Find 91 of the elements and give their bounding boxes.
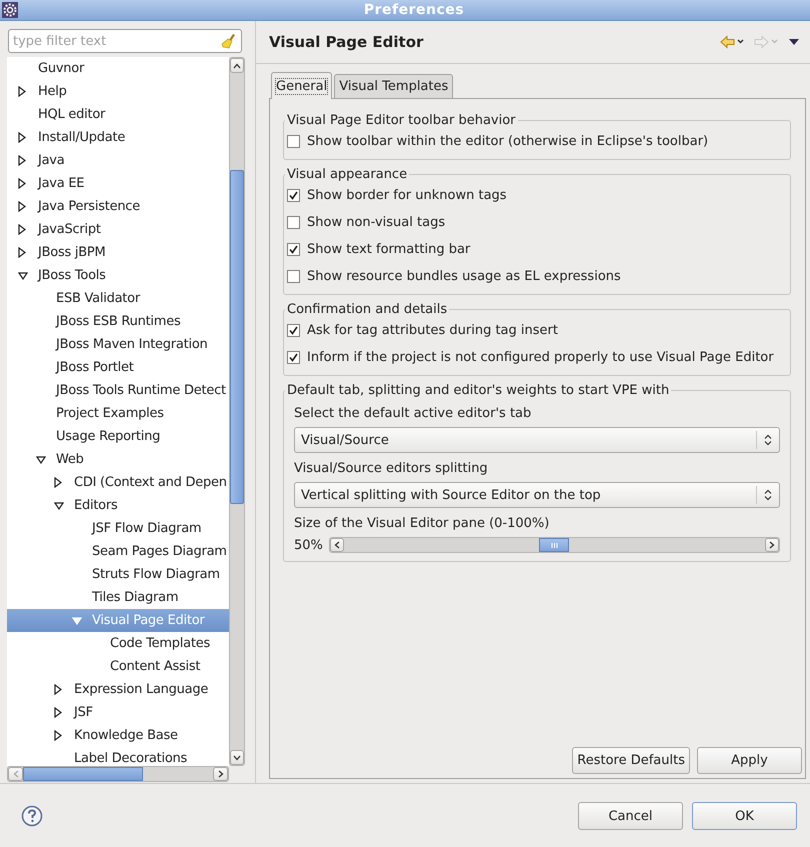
collapsed-triangle-icon[interactable] bbox=[54, 477, 62, 488]
broom-icon[interactable] bbox=[220, 32, 238, 50]
collapsed-triangle-icon[interactable] bbox=[18, 201, 26, 212]
tree-item[interactable]: Content Assist bbox=[7, 655, 229, 678]
tree-item[interactable]: Seam Pages Diagram bbox=[7, 540, 229, 563]
tree-item[interactable]: Java EE bbox=[7, 172, 229, 195]
scroll-up-icon[interactable] bbox=[233, 62, 241, 68]
scroll-right-icon[interactable] bbox=[769, 541, 775, 549]
page-title: Visual Page Editor bbox=[269, 33, 424, 51]
tree-item[interactable]: Code Templates bbox=[7, 632, 229, 655]
field-label: Size of the Visual Editor pane (0-100%) bbox=[294, 516, 550, 531]
up-down-icon bbox=[764, 489, 772, 501]
tree-item[interactable]: Guvnor bbox=[7, 57, 229, 80]
group-title: Visual Page Editor toolbar behavior bbox=[286, 113, 517, 128]
expanded-triangle-icon[interactable] bbox=[18, 272, 28, 280]
horizontal-scrollbar[interactable] bbox=[7, 766, 229, 782]
checkbox[interactable]: Show non-visual tags bbox=[287, 209, 784, 236]
collapsed-triangle-icon[interactable] bbox=[18, 224, 26, 235]
tree-item[interactable]: Java Persistence bbox=[7, 195, 229, 218]
up-down-icon bbox=[764, 434, 772, 446]
collapsed-triangle-icon[interactable] bbox=[18, 86, 26, 97]
button[interactable]: OK bbox=[692, 802, 797, 830]
checkmark-icon bbox=[289, 353, 298, 362]
scroll-down-icon[interactable] bbox=[233, 754, 241, 760]
collapsed-triangle-icon[interactable] bbox=[18, 178, 26, 189]
tree-item[interactable]: Editors bbox=[7, 494, 229, 517]
button[interactable]: Restore Defaults bbox=[572, 747, 690, 774]
collapsed-triangle-icon[interactable] bbox=[54, 684, 62, 695]
group-title: Visual appearance bbox=[286, 167, 408, 182]
tree-item[interactable]: JBoss ESB Runtimes bbox=[7, 310, 229, 333]
collapsed-triangle-icon[interactable] bbox=[18, 247, 26, 258]
checkbox[interactable]: Show border for unknown tags bbox=[287, 182, 784, 209]
collapsed-triangle-icon[interactable] bbox=[18, 155, 26, 166]
tree-item[interactable]: HQL editor bbox=[7, 103, 229, 126]
expanded-triangle-icon[interactable] bbox=[36, 456, 46, 464]
button[interactable]: Apply bbox=[697, 747, 802, 774]
filter-field[interactable]: type filter text bbox=[8, 29, 242, 53]
tree-item[interactable]: Web bbox=[7, 448, 229, 471]
slider-value: 50% bbox=[294, 538, 323, 552]
menu-icon[interactable] bbox=[788, 38, 800, 46]
tree-item[interactable]: Java bbox=[7, 149, 229, 172]
field-label: Select the default active editor's tab bbox=[294, 406, 532, 421]
dropdown[interactable]: Visual/Source bbox=[294, 427, 780, 453]
tree-item[interactable]: Tiles Diagram bbox=[7, 586, 229, 609]
help-icon[interactable] bbox=[21, 805, 43, 827]
vertical-scrollbar[interactable] bbox=[229, 57, 245, 766]
checkmark-icon bbox=[289, 191, 298, 200]
collapsed-triangle-icon[interactable] bbox=[54, 707, 62, 718]
slider-thumb[interactable] bbox=[539, 538, 570, 552]
collapsed-triangle-icon[interactable] bbox=[54, 730, 62, 741]
grip-icon bbox=[550, 542, 558, 548]
field-label: Visual/Source editors splitting bbox=[294, 461, 489, 476]
tree-item[interactable]: Install/Update bbox=[7, 126, 229, 149]
tree-item[interactable]: ESB Validator bbox=[7, 287, 229, 310]
group-title: Confirmation and details bbox=[286, 302, 448, 317]
scroll-left-icon[interactable] bbox=[334, 541, 340, 549]
tree-item[interactable]: Expression Language bbox=[7, 678, 229, 701]
scroll-right-icon[interactable] bbox=[218, 770, 224, 778]
group-title: Default tab, splitting and editor's weights to start VPE with bbox=[286, 383, 670, 398]
back-arrow-icon[interactable] bbox=[720, 35, 746, 49]
tree-item[interactable]: Help bbox=[7, 80, 229, 103]
button[interactable]: Cancel bbox=[578, 802, 683, 830]
tree-item[interactable]: JBoss Tools Runtime Detect bbox=[7, 379, 229, 402]
app-icon bbox=[2, 2, 18, 18]
checkbox[interactable]: Ask for tag attributes during tag insert bbox=[287, 317, 784, 344]
tree-item[interactable]: Struts Flow Diagram bbox=[7, 563, 229, 586]
slider-track[interactable] bbox=[328, 537, 780, 553]
tree-item[interactable]: JBoss Tools bbox=[7, 264, 229, 287]
tree-item[interactable]: CDI (Context and Depen bbox=[7, 471, 229, 494]
tab[interactable]: Visual Templates bbox=[334, 74, 454, 98]
checkmark-icon bbox=[289, 245, 298, 254]
checkbox[interactable]: Show toolbar within the editor (otherwise in Eclipse's toolbar) bbox=[287, 128, 784, 155]
tree-item[interactable]: Usage Reporting bbox=[7, 425, 229, 448]
tree-item[interactable]: JavaScript bbox=[7, 218, 229, 241]
checkbox[interactable]: Show resource bundles usage as EL expressions bbox=[287, 263, 784, 290]
tree-item[interactable]: JSF bbox=[7, 701, 229, 724]
expanded-triangle-icon[interactable] bbox=[54, 502, 64, 510]
checkmark-icon bbox=[289, 326, 298, 335]
tree-item[interactable]: JBoss jBPM bbox=[7, 241, 229, 264]
tree-item[interactable]: JBoss Portlet bbox=[7, 356, 229, 379]
checkbox[interactable]: Inform if the project is not configured properly to use Visual Page Editor bbox=[287, 344, 784, 371]
tab[interactable]: General bbox=[271, 72, 332, 99]
tree-item[interactable]: JSF Flow Diagram bbox=[7, 517, 229, 540]
tree-item[interactable]: Project Examples bbox=[7, 402, 229, 425]
checkbox[interactable]: Show text formatting bar bbox=[287, 236, 784, 263]
tree-item[interactable]: Label Decorations bbox=[7, 747, 229, 766]
window-title: Preferences bbox=[362, 2, 466, 18]
tree-item[interactable]: Knowledge Base bbox=[7, 724, 229, 747]
dropdown[interactable]: Vertical splitting with Source Editor on the top bbox=[294, 482, 780, 508]
collapsed-triangle-icon[interactable] bbox=[18, 132, 26, 143]
tree-item[interactable]: JBoss Maven Integration bbox=[7, 333, 229, 356]
